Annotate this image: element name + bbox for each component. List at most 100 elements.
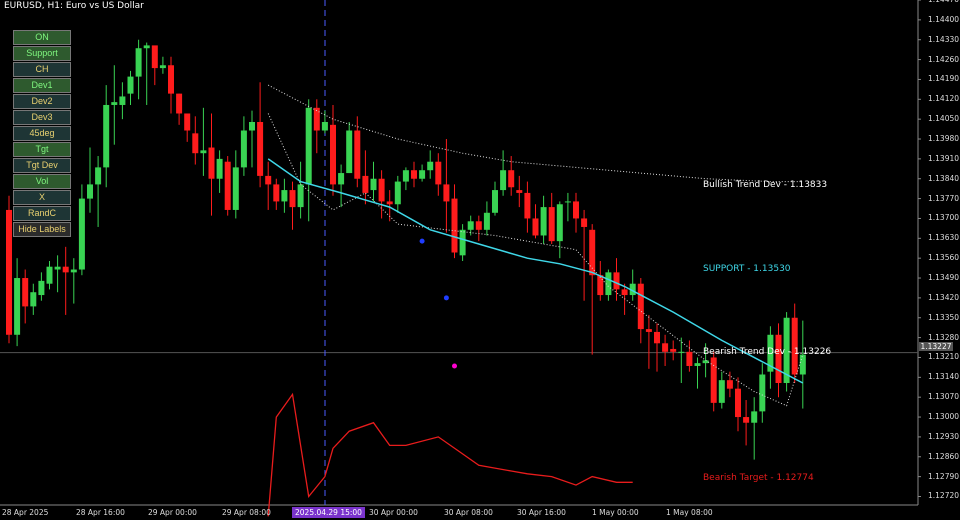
candle xyxy=(176,93,183,125)
candle-body xyxy=(330,124,336,185)
panel-button-dev2[interactable]: Dev2 xyxy=(13,94,71,109)
candle-body xyxy=(799,354,806,375)
candle xyxy=(799,320,806,409)
candle-body xyxy=(532,218,539,236)
candle xyxy=(184,113,191,142)
candle-body xyxy=(419,170,426,179)
candle xyxy=(743,400,750,446)
price-tick-label: 1.13980 xyxy=(928,134,960,144)
candle-body xyxy=(443,184,450,202)
candle xyxy=(22,269,29,324)
candle xyxy=(70,258,77,304)
candle xyxy=(281,178,288,213)
panel-button-45deg[interactable]: 45deg xyxy=(13,126,71,141)
candle-body xyxy=(143,45,150,49)
candle-body xyxy=(516,190,523,193)
candle xyxy=(475,215,482,242)
candle-body xyxy=(159,65,166,69)
candle-body xyxy=(694,363,701,366)
candle xyxy=(451,184,458,259)
candle-body xyxy=(249,121,255,131)
candle xyxy=(151,45,158,86)
candle xyxy=(516,175,523,208)
candle-body xyxy=(637,283,644,330)
candle xyxy=(273,178,280,210)
price-tick-label: 1.13770 xyxy=(928,193,960,203)
candle-body xyxy=(743,417,750,423)
candle-body xyxy=(257,121,264,176)
candle xyxy=(726,371,733,398)
candle xyxy=(443,139,450,233)
candle-body xyxy=(46,266,53,284)
candle xyxy=(678,337,685,384)
candle xyxy=(159,56,166,74)
candle xyxy=(46,261,53,290)
bearish-target-label: Bearish Target - 1.12774 xyxy=(703,473,814,483)
signal-marker xyxy=(419,238,425,244)
candle-body xyxy=(38,280,45,296)
candle xyxy=(459,224,466,262)
candle xyxy=(54,255,61,293)
candle-body xyxy=(338,173,345,185)
panel-button-on[interactable]: ON xyxy=(13,30,71,45)
candle-body xyxy=(597,275,604,296)
candle xyxy=(589,224,596,355)
panel-button-support[interactable]: Support xyxy=(13,46,71,61)
candle-body xyxy=(216,158,223,179)
panel-button-tgt[interactable]: Tgt xyxy=(13,142,71,157)
time-tick-label: 29 Apr 00:00 xyxy=(148,508,197,517)
candle xyxy=(249,110,255,168)
candle-body xyxy=(483,212,490,230)
candle-body xyxy=(394,181,401,205)
candle-body xyxy=(273,184,280,202)
candle xyxy=(38,272,45,301)
candle xyxy=(532,204,539,239)
signal-marker xyxy=(452,363,457,369)
candle xyxy=(354,116,361,188)
candle xyxy=(645,314,652,369)
candles xyxy=(6,39,806,460)
candle-body xyxy=(192,133,199,154)
candle-body xyxy=(581,218,588,227)
candle xyxy=(257,82,264,188)
price-chart[interactable] xyxy=(0,0,960,520)
candle-body xyxy=(370,178,377,191)
panel-button-ch[interactable]: CH xyxy=(13,62,71,77)
candle xyxy=(394,175,401,213)
candle-body xyxy=(70,269,77,273)
candle-body xyxy=(475,221,482,230)
candle xyxy=(637,278,644,344)
panel-button-randc[interactable]: RandC xyxy=(13,206,71,221)
panel-button-dev3[interactable]: Dev3 xyxy=(13,110,71,125)
panel-button-x[interactable]: X xyxy=(13,190,71,205)
bullish-dev-label: Bullish Trend Dev - 1.13833 xyxy=(703,180,828,190)
price-tick-label: 1.12930 xyxy=(928,431,960,441)
panel-button-dev1[interactable]: Dev1 xyxy=(13,78,71,93)
candle-body xyxy=(22,278,29,307)
candle xyxy=(564,192,571,222)
candle xyxy=(370,161,377,202)
candle-body xyxy=(540,207,547,236)
candle xyxy=(694,357,701,389)
candle xyxy=(556,201,563,259)
indicator-button-panel: ON Support CH Dev1 Dev2 Dev3 45deg Tgt Tgt Dev Vo… xyxy=(13,30,71,238)
candle-body xyxy=(645,329,652,332)
candle-body xyxy=(95,167,102,185)
candle xyxy=(629,269,636,301)
panel-button-hide-labels[interactable]: Hide Labels xyxy=(13,222,71,237)
panel-button-vol[interactable]: Vol xyxy=(13,174,71,189)
price-tick-label: 1.12790 xyxy=(928,471,960,481)
panel-button-tgt-dev[interactable]: Tgt Dev xyxy=(13,158,71,173)
price-tick-label: 1.13280 xyxy=(928,332,960,342)
candle-body xyxy=(775,334,782,384)
candle-body xyxy=(726,380,733,389)
cursor-time-tag: 2025.04.29 15:00 xyxy=(292,507,365,518)
candle xyxy=(573,192,579,233)
candle xyxy=(111,65,118,145)
candle-body xyxy=(718,380,725,403)
price-tick-label: 1.14050 xyxy=(928,114,960,124)
price-tick-label: 1.14190 xyxy=(928,74,960,84)
candle xyxy=(548,192,555,244)
candle xyxy=(718,371,725,409)
price-tick-label: 1.14260 xyxy=(928,54,960,64)
